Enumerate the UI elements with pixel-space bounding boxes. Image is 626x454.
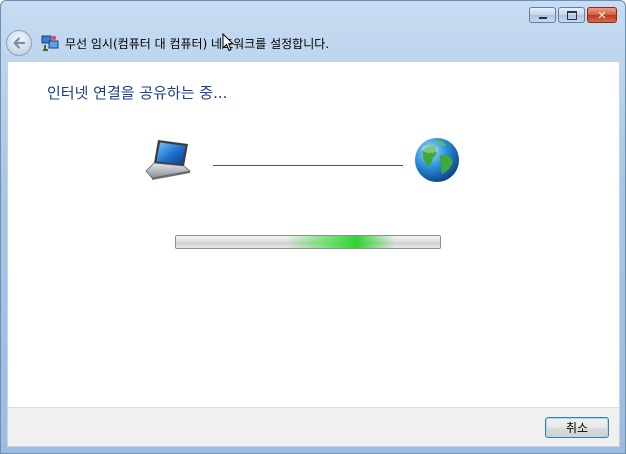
close-button[interactable]: ✕ — [587, 7, 617, 23]
content-area: 인터넷 연결을 공유하는 중... — [7, 61, 620, 408]
status-heading: 인터넷 연결을 공유하는 중... — [47, 84, 228, 102]
window-title: 무선 임시(컴퓨터 대 컴퓨터) 네트워크를 설정합니다. — [65, 36, 330, 51]
wizard-footer: 취소 — [7, 407, 620, 447]
maximize-icon — [566, 10, 577, 20]
laptop-icon — [145, 140, 191, 180]
connection-line — [213, 165, 403, 166]
progress-bar — [175, 235, 441, 249]
globe-icon — [415, 138, 459, 182]
wizard-header: 무선 임시(컴퓨터 대 컴퓨터) 네트워크를 설정합니다. — [6, 26, 618, 60]
caption-buttons: ✕ — [529, 7, 617, 23]
back-button[interactable] — [6, 30, 32, 56]
back-arrow-icon — [13, 37, 26, 49]
minimize-icon — [538, 17, 547, 19]
wireless-network-icon — [41, 35, 59, 51]
cancel-button[interactable]: 취소 — [545, 417, 609, 438]
maximize-button[interactable] — [558, 7, 585, 23]
progress-indicator — [284, 236, 395, 248]
mouse-cursor-icon — [222, 33, 234, 52]
minimize-button[interactable] — [529, 7, 556, 23]
close-icon: ✕ — [597, 8, 607, 22]
